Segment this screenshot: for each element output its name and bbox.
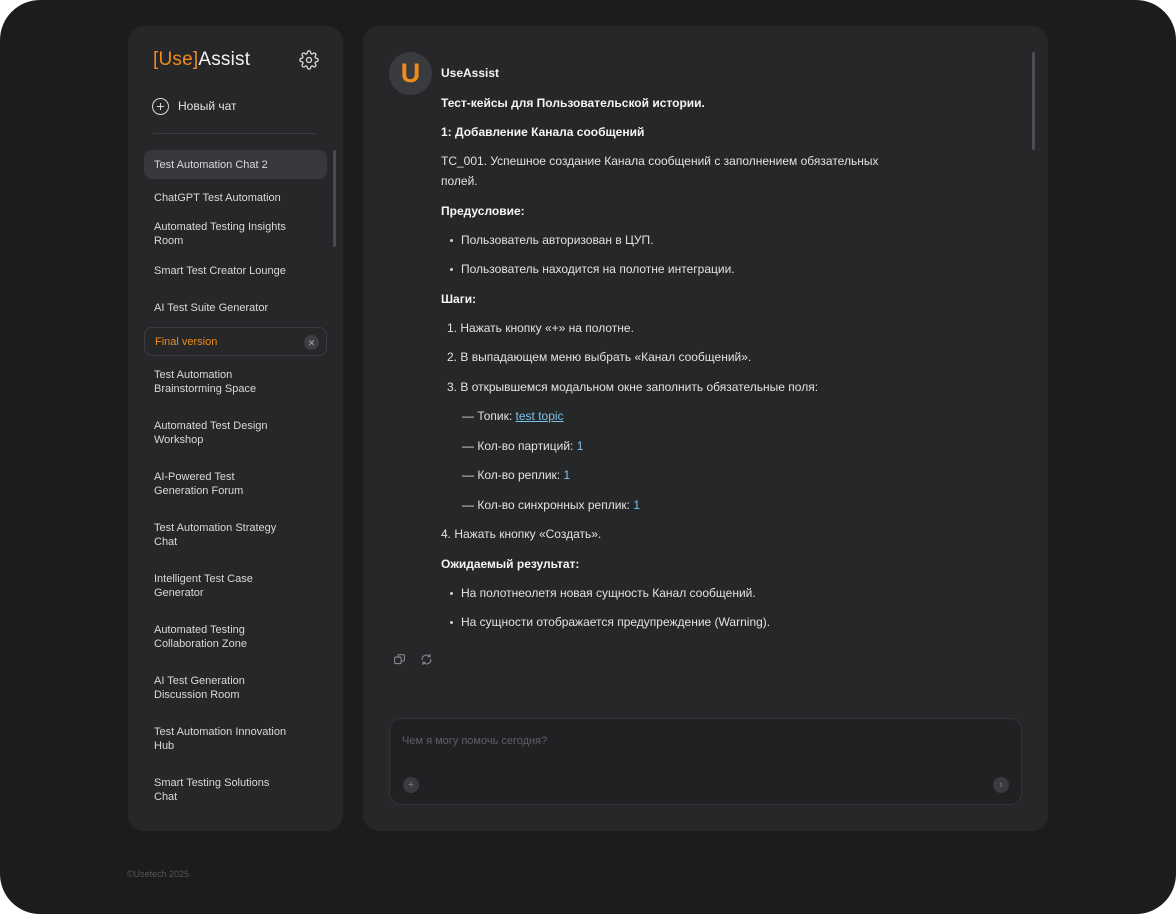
gear-icon[interactable] <box>299 50 319 70</box>
chat-item[interactable]: Test Automation Brainstorming Space <box>144 361 327 403</box>
chat-item-label: ChatGPT Test Automation <box>154 191 281 204</box>
list-item: На сущности отображается предупреждение … <box>441 613 770 631</box>
test-case-line: полей. <box>441 174 478 188</box>
chat-item[interactable]: Smart Testing Solutions Chat <box>144 769 327 811</box>
chat-item[interactable]: ChatGPT Test Automation <box>144 183 327 212</box>
field-line: — Кол-во реплик: 1 <box>441 466 570 484</box>
chat-panel: U UseAssist Тест-кейсы для Пользовательс… <box>363 26 1048 831</box>
field-label: — Кол-во партиций: <box>462 439 577 453</box>
list-item: Пользователь авторизован в ЦУП. <box>441 231 654 249</box>
chat-item-label: AI Test Suite Generator <box>154 301 269 314</box>
chat-item-label: Automated Testing Collaboration Zone <box>154 624 247 650</box>
field-value-link[interactable]: test topic <box>516 409 564 423</box>
message-title: Тест-кейсы для Пользовательской истории. <box>441 96 705 110</box>
test-case-line: TC_001. Успешное создание Канала сообщен… <box>441 154 879 168</box>
field-label: — Топик: <box>462 409 516 423</box>
chat-item-label: AI Test Generation Discussion Room <box>154 675 245 701</box>
chat-item[interactable]: Automated Test Design Workshop <box>144 412 327 454</box>
logo-text: Assist <box>198 49 251 70</box>
step-text: Нажать кнопку «+» на полотне. <box>460 321 634 335</box>
app-frame: [Use]Assist Новый чат Test Automation Ch… <box>0 0 1176 914</box>
list-item: На полотнеолетя новая сущность Канал соо… <box>441 584 756 602</box>
field-line: — Топик: test topic <box>441 407 564 425</box>
step-number: 1. <box>447 321 458 335</box>
app-logo: [Use]Assist <box>153 49 250 71</box>
chat-item-label: AI-Powered Test Generation Forum <box>154 471 244 497</box>
step-item: 1. Нажать кнопку «+» на полотне. <box>441 319 634 337</box>
bullet <box>450 621 453 624</box>
bullet <box>450 239 453 242</box>
step-item: 3. В открывшемся модальном окне заполнит… <box>441 378 818 396</box>
chat-list: Test Automation Chat 2 ChatGPT Test Auto… <box>144 150 327 811</box>
chat-item-label: Smart Testing Solutions Chat <box>154 777 270 803</box>
field-line: — Кол-во синхронных реплик: 1 <box>441 496 640 514</box>
bullet <box>450 592 453 595</box>
step-item: 2. В выпадающем меню выбрать «Канал сооб… <box>441 348 751 366</box>
chat-item-label: Test Automation Innovation Hub <box>154 726 287 752</box>
step-text: В открывшемся модальном окне заполнить о… <box>460 380 819 394</box>
attach-button[interactable]: + <box>403 777 419 793</box>
chat-item-editing[interactable]: Final version ✕ <box>144 327 327 356</box>
field-value: 1 <box>563 468 571 482</box>
chat-item-label: Test Automation Strategy Chat <box>154 522 277 548</box>
field-value: 1 <box>576 439 584 453</box>
logo-accent: [Use] <box>153 49 199 70</box>
list-item-text: На полотнеолетя новая сущность Канал соо… <box>461 586 756 600</box>
chat-item[interactable]: AI Test Suite Generator <box>144 293 327 322</box>
sender-name: UseAssist <box>441 66 500 80</box>
list-item-text: На сущности отображается предупреждение … <box>461 615 771 629</box>
chat-item[interactable]: Test Automation Strategy Chat <box>144 514 327 556</box>
chat-item[interactable]: AI-Powered Test Generation Forum <box>144 463 327 505</box>
bullet <box>450 268 453 271</box>
chat-item[interactable]: Automated Testing Collaboration Zone <box>144 616 327 658</box>
list-item: Пользователь находится на полотне интегр… <box>441 260 735 278</box>
regenerate-icon[interactable] <box>420 653 433 666</box>
chat-item-label: Final version <box>155 335 218 348</box>
expected-heading: Ожидаемый результат: <box>441 557 580 571</box>
sidebar-scrollbar[interactable] <box>333 150 336 247</box>
section-heading: 1: Добавление Канала сообщений <box>441 125 645 139</box>
chat-item-label: Automated Test Design Workshop <box>154 420 268 446</box>
field-label: — Кол-во синхронных реплик: <box>462 498 634 512</box>
field-value: 1 <box>633 498 641 512</box>
chat-item[interactable]: AI Test Generation Discussion Room <box>144 667 327 709</box>
field-line: — Кол-во партиций: 1 <box>441 437 583 455</box>
send-button[interactable]: › <box>993 777 1009 793</box>
new-chat-label: Новый чат <box>178 99 237 113</box>
chat-item[interactable]: Automated Testing Insights Room <box>144 213 327 255</box>
chat-item-label: Intelligent Test Case Generator <box>154 573 253 599</box>
chat-item-label: Test Automation Chat 2 <box>154 158 268 171</box>
precondition-heading: Предусловие: <box>441 204 525 218</box>
chat-scrollbar[interactable] <box>1032 52 1035 150</box>
step-text: В выпадающем меню выбрать «Канал сообщен… <box>460 350 752 364</box>
plus-circle-icon <box>152 97 169 115</box>
list-item-text: Пользователь авторизован в ЦУП. <box>461 233 654 247</box>
message-actions <box>393 653 433 666</box>
divider <box>153 133 317 134</box>
avatar: U <box>389 52 432 95</box>
chat-item-label: Test Automation Brainstorming Space <box>154 369 257 395</box>
list-item-text: Пользователь находится на полотне интегр… <box>461 262 735 276</box>
field-label: — Кол-во реплик: <box>462 468 564 482</box>
chat-item-active[interactable]: Test Automation Chat 2 <box>144 150 327 179</box>
message-input[interactable] <box>402 731 962 751</box>
chat-item[interactable]: Smart Test Creator Lounge <box>144 256 327 285</box>
step-number: 3. <box>447 380 458 394</box>
copy-icon[interactable] <box>393 653 406 666</box>
message-composer: + › <box>389 718 1022 805</box>
chat-item[interactable]: Intelligent Test Case Generator <box>144 565 327 607</box>
chat-item[interactable]: Test Automation Innovation Hub <box>144 718 327 760</box>
sidebar: [Use]Assist Новый чат Test Automation Ch… <box>128 26 343 831</box>
step-number: 2. <box>447 350 458 364</box>
close-icon[interactable]: ✕ <box>304 335 319 350</box>
step-item: 4. Нажать кнопку «Создать». <box>441 527 602 541</box>
chat-item-label: Automated Testing Insights Room <box>154 221 286 247</box>
copyright: ©Usetech 2025 <box>127 869 190 879</box>
new-chat-button[interactable]: Новый чат <box>152 96 237 116</box>
steps-heading: Шаги: <box>441 292 477 306</box>
chat-item-label: Smart Test Creator Lounge <box>154 264 286 277</box>
